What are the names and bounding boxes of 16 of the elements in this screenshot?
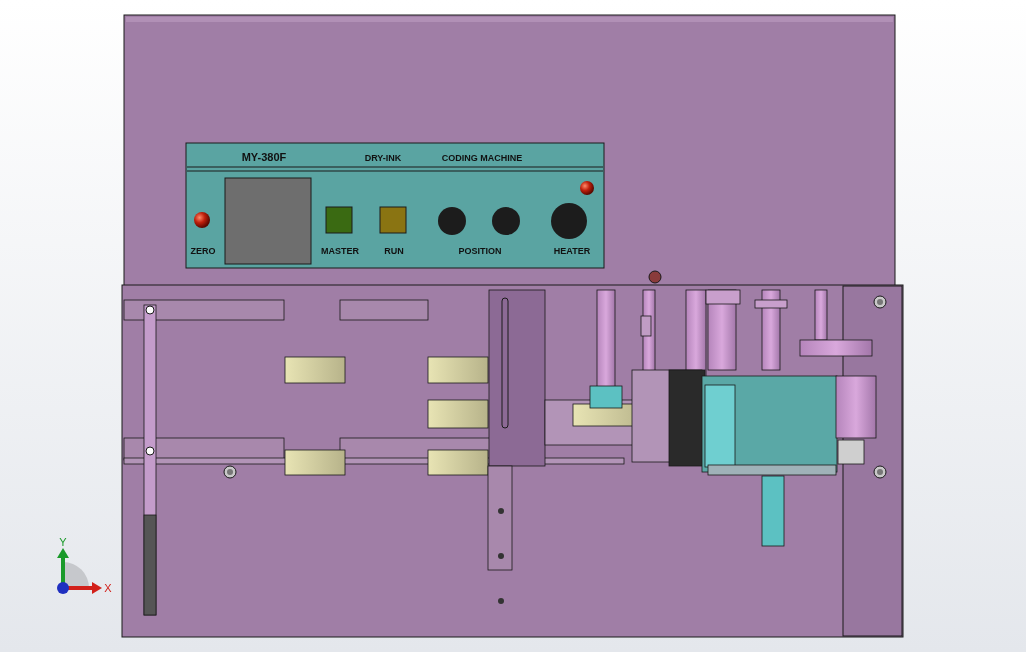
- button-label: MASTER: [321, 246, 359, 256]
- knob-label: POSITION: [458, 246, 502, 256]
- y-axis-label: Y: [59, 536, 67, 548]
- knob-label: HEATER: [553, 246, 591, 256]
- position-knob: [438, 207, 466, 235]
- lamp-label: ZERO: [190, 246, 216, 256]
- heater-knob: [551, 203, 587, 239]
- indicator-lamp: [580, 181, 594, 195]
- title-label: CODING MACHINE: [441, 153, 523, 163]
- model-label: MY-380F: [241, 151, 287, 163]
- button-label: RUN: [384, 246, 404, 256]
- indicator-lamp: [194, 212, 210, 228]
- type-label: DRY-INK: [364, 153, 402, 163]
- axis-triad-drawing: [57, 548, 102, 594]
- position-knob: [492, 207, 520, 235]
- x-axis-label: X: [104, 582, 112, 594]
